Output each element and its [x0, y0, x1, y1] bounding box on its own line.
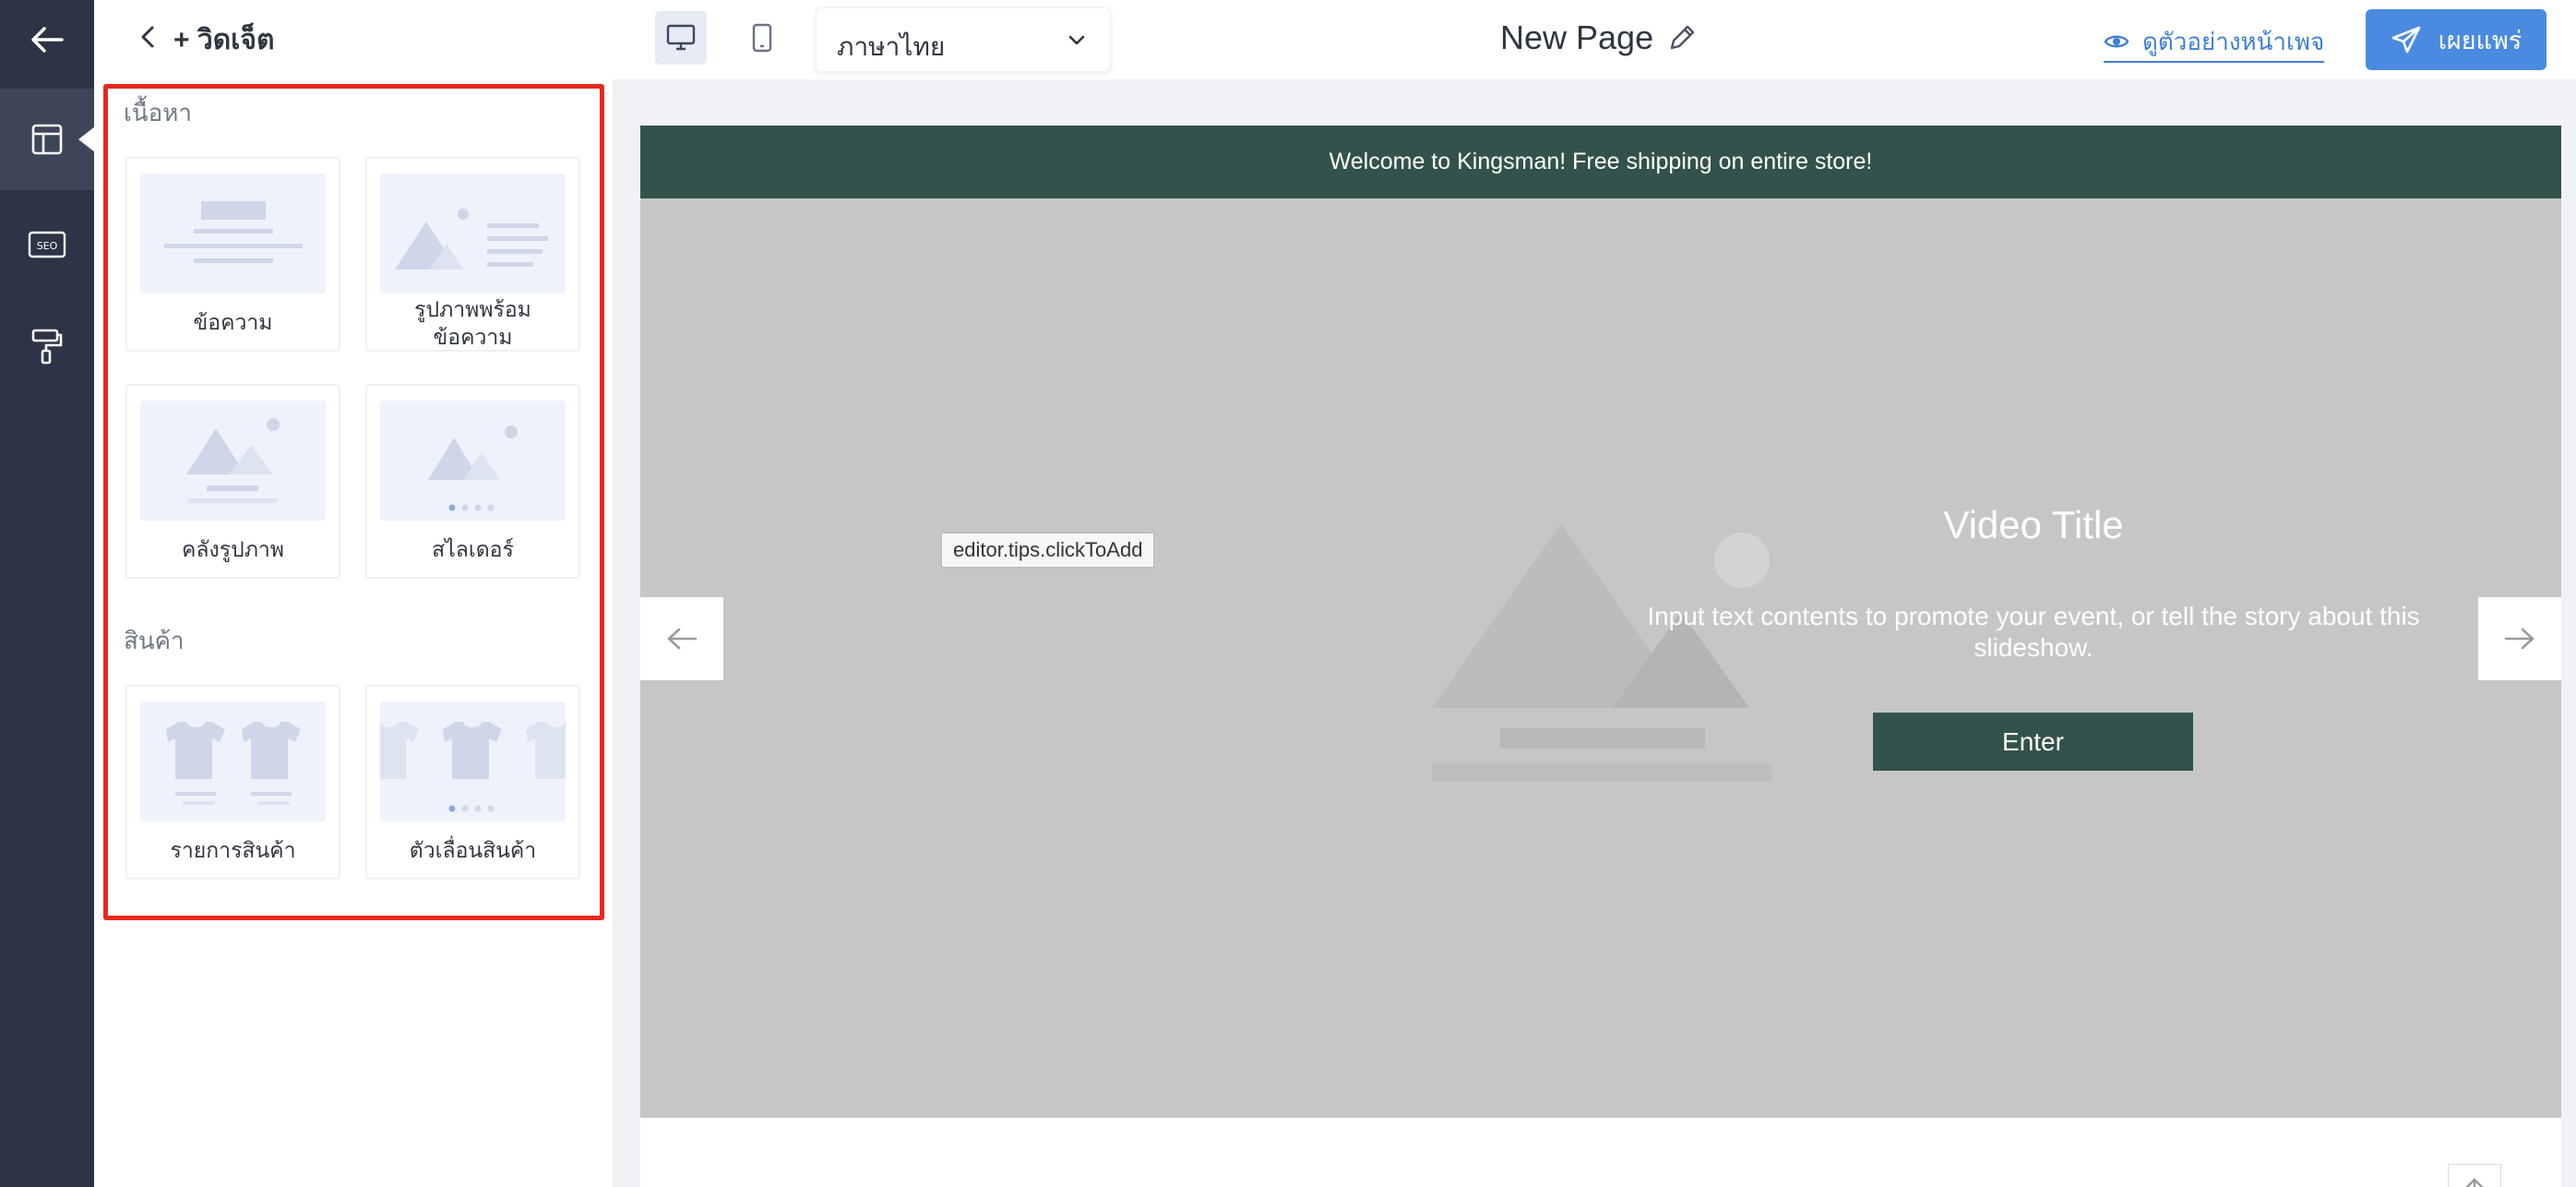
preview-page-label: ดูตัวอย่างหน้าเพจ	[2142, 27, 2325, 55]
slide-next-button[interactable]	[2478, 597, 2561, 680]
edit-title-button[interactable]	[1666, 22, 1698, 58]
widget-label-product-slider: ตัวเลื่อนสินค้า	[409, 838, 537, 862]
widget-label-gallery: คลังรูปภาพ	[182, 537, 284, 561]
mobile-view-button[interactable]	[736, 11, 788, 65]
image-with-text-widget-icon	[380, 174, 566, 294]
layout-icon	[31, 124, 63, 155]
widget-panel: + วิดเจ็ต เนื้อหา ข้อความ รูปภาพพร้อม ข้…	[94, 0, 613, 1187]
arrow-up-icon	[2465, 1178, 2484, 1187]
back-arrow-icon	[31, 27, 64, 53]
widget-label-image-with-text-2: ข้อความ	[433, 325, 513, 349]
product-list-widget-icon	[140, 701, 326, 821]
widget-card-image-with-text[interactable]: รูปภาพพร้อม ข้อความ	[365, 157, 580, 352]
widget-card-product-list[interactable]: รายการสินค้า	[125, 685, 340, 880]
widget-card-product-slider[interactable]: ตัวเลื่อนสินค้า	[365, 685, 580, 880]
widget-label-image-with-text-1: รูปภาพพร้อม	[414, 297, 531, 321]
mobile-icon	[752, 23, 772, 53]
top-toolbar: ภาษาไทย New Page ดูตัวอย่างหน้าเพจ เผยแพ…	[613, 0, 2576, 79]
preview-page-link[interactable]: ดูตัวอย่างหน้าเพจ	[2104, 22, 2325, 63]
eye-icon	[2104, 35, 2129, 48]
widget-card-text[interactable]: ข้อความ	[125, 157, 340, 352]
page-title: New Page	[1500, 18, 1654, 56]
paint-roller-icon	[31, 329, 63, 365]
text-widget-icon	[140, 174, 326, 294]
publish-label: เผยแพร่	[2438, 26, 2522, 54]
slideshow-section[interactable]: editor.tips.clickToAdd Video Title Input…	[640, 198, 2561, 1187]
product-slider-widget-icon	[380, 701, 566, 821]
rail-widgets-button[interactable]	[0, 89, 95, 190]
announcement-bar[interactable]: Welcome to Kingsman! Free shipping on en…	[640, 126, 2561, 198]
back-button[interactable]	[0, 0, 94, 79]
arrow-right-icon	[2504, 628, 2534, 650]
chevron-left-icon	[141, 26, 154, 48]
slide-enter-button[interactable]: Enter	[1873, 713, 2193, 771]
section-title-content: เนื้อหา	[124, 99, 193, 126]
scroll-to-top-button[interactable]	[2448, 1164, 2501, 1187]
left-rail: SEO	[0, 0, 95, 1187]
rail-seo-button[interactable]: SEO	[0, 194, 94, 295]
slider-widget-icon	[380, 401, 566, 521]
section-title-products: สินค้า	[124, 627, 185, 654]
language-select-value: ภาษาไทย	[837, 32, 946, 61]
active-indicator	[78, 126, 95, 152]
slide-prev-button[interactable]	[640, 597, 723, 680]
publish-button[interactable]: เผยแพร่	[2366, 9, 2546, 70]
click-to-add-tooltip: editor.tips.clickToAdd	[941, 533, 1155, 568]
arrow-left-icon	[667, 628, 698, 650]
pencil-icon	[1670, 25, 1695, 50]
send-icon	[2391, 26, 2421, 54]
desktop-view-button[interactable]	[655, 11, 707, 65]
desktop-icon	[666, 24, 696, 51]
chevron-down-icon	[1068, 35, 1085, 45]
widget-label-product-list: รายการสินค้า	[170, 838, 296, 862]
widget-card-gallery[interactable]: คลังรูปภาพ	[125, 384, 340, 579]
gallery-widget-icon	[140, 401, 326, 521]
widget-label-text: ข้อความ	[193, 310, 273, 334]
seo-icon-label: SEO	[37, 240, 58, 252]
slide-title: Video Title	[1943, 503, 2124, 546]
page-preview: Welcome to Kingsman! Free shipping on en…	[640, 126, 2561, 1187]
widget-card-slider[interactable]: สไลเดอร์	[365, 384, 580, 579]
panel-back-button[interactable]	[131, 20, 164, 54]
seo-icon: SEO	[28, 231, 66, 258]
language-select[interactable]: ภาษาไทย	[816, 7, 1111, 72]
panel-title: + วิดเจ็ต	[173, 25, 275, 55]
slide-description: Input text contents to promote your even…	[1647, 602, 2420, 662]
widget-label-slider: สไลเดอร์	[432, 537, 514, 561]
rail-theme-button[interactable]	[0, 295, 94, 397]
